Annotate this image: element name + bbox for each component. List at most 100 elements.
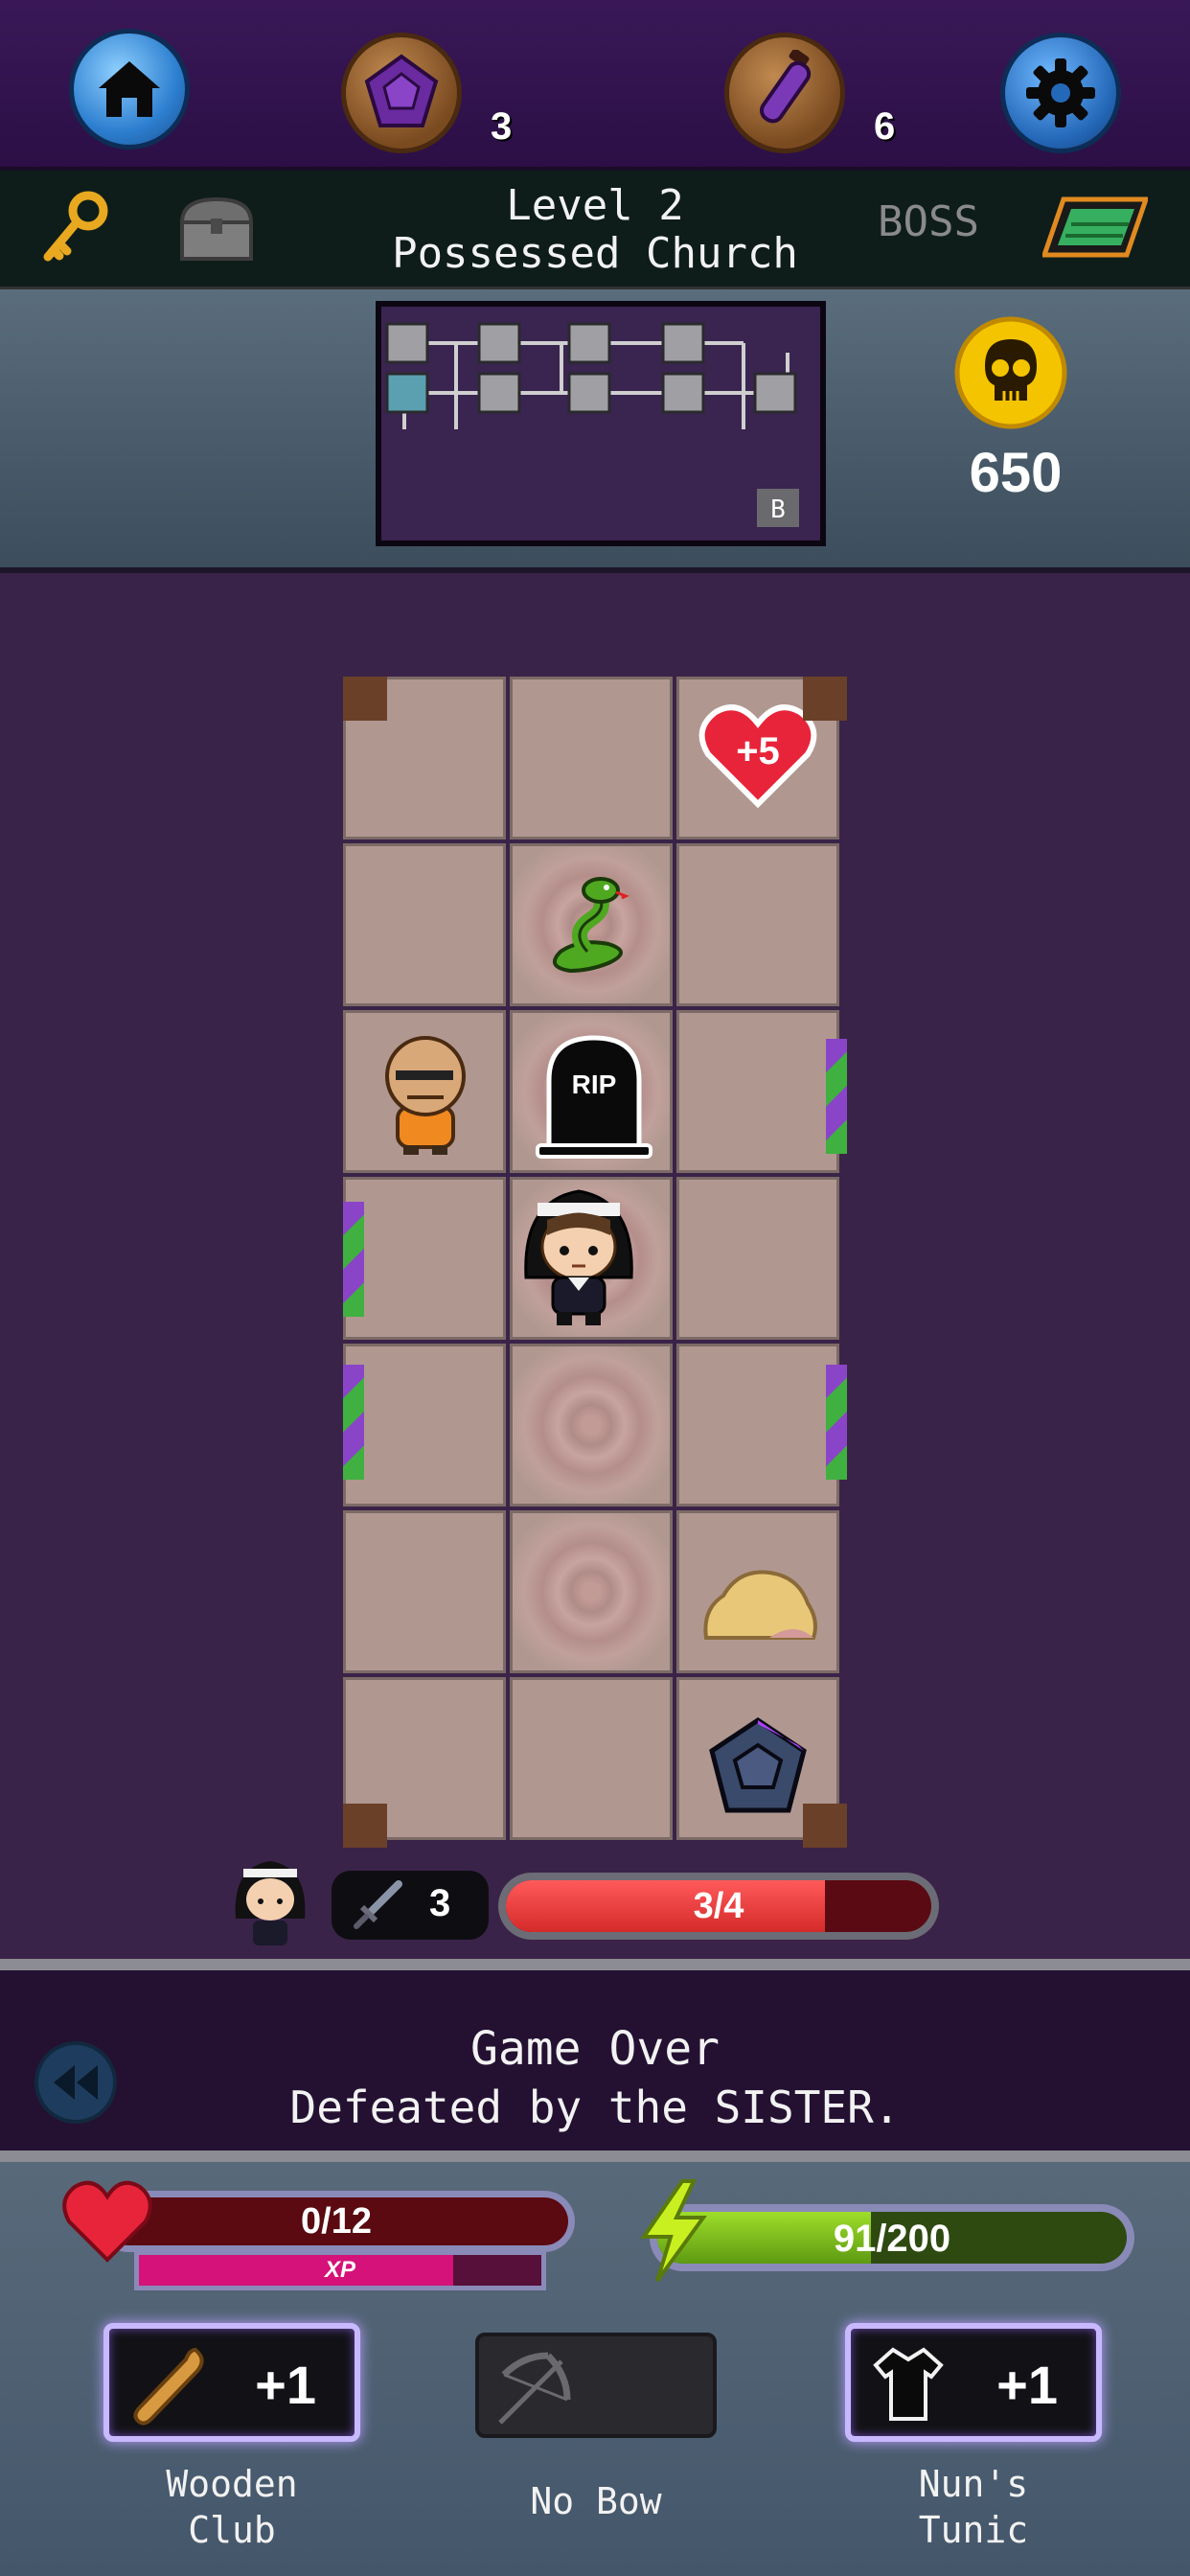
map-scroll-icon[interactable] <box>1042 196 1148 259</box>
enemy-status-row: 3 3/4 <box>0 1861 1190 1955</box>
level-number: Level 2 <box>506 181 684 230</box>
tunic-icon <box>873 2347 944 2421</box>
bow-name-line: No Bow <box>530 2480 662 2522</box>
dodecahedron-gem-pickup-icon[interactable] <box>706 1716 810 1820</box>
wooden-club-icon <box>133 2347 204 2426</box>
floor-tile[interactable]: RIP <box>510 1010 673 1173</box>
gem-button[interactable] <box>341 33 462 153</box>
attack-value: 3 <box>429 1882 451 1924</box>
rock-icon[interactable] <box>702 1561 819 1645</box>
bow-icon <box>498 2352 571 2425</box>
message-bar: Game Over Defeated by the SISTER. <box>0 1959 1190 2162</box>
armor-name-line: Nun's <box>918 2463 1029 2505</box>
floor-tile[interactable] <box>510 1344 673 1506</box>
gold-skull-coin-icon <box>954 316 1067 429</box>
energy-bar: 91/200 <box>650 2204 1134 2271</box>
floor-tile[interactable] <box>676 843 839 1006</box>
experience-bar: XP <box>134 2250 546 2290</box>
heart-pickup-value: +5 <box>736 730 780 772</box>
weapon-name-line: Club <box>188 2509 276 2551</box>
nun-portrait-icon <box>235 1861 306 1945</box>
snake-enemy-icon[interactable] <box>541 875 647 982</box>
potion-count: 6 <box>874 105 896 148</box>
gem-count: 3 <box>491 105 513 148</box>
top-bar: 3 6 <box>0 0 1190 171</box>
floor-tile[interactable] <box>510 1677 673 1840</box>
minimap-current-room <box>385 372 429 414</box>
floor-tile[interactable] <box>510 1177 673 1340</box>
floor-tile[interactable] <box>676 1177 839 1340</box>
minimap-boss-marker: B <box>770 495 786 524</box>
settings-button[interactable] <box>1000 33 1121 153</box>
weapon-bonus: +1 <box>255 2355 316 2415</box>
minimap-room <box>477 372 521 414</box>
minimap-room <box>567 322 611 364</box>
player-hud: 0/12 XP 91/200 +1 Wooden Club No Bow +1 … <box>0 2162 1190 2576</box>
armor-label: Nun's Tunic <box>845 2461 1102 2553</box>
message-title: Game Over <box>469 2022 721 2076</box>
corner-post <box>343 1804 387 1848</box>
minimap-rooms: B <box>385 322 799 527</box>
corner-post <box>343 677 387 721</box>
player-health-bar: 0/12 <box>98 2191 575 2252</box>
enemy-health-bar: 3/4 <box>498 1873 939 1940</box>
gold-amount: 650 <box>969 442 1063 504</box>
enemy-health-text: 3/4 <box>693 1886 744 1926</box>
dungeon-minimap[interactable]: B <box>376 301 826 546</box>
home-icon <box>99 61 160 117</box>
bow-label: No Bow <box>468 2478 724 2524</box>
prisoner-enemy-icon[interactable] <box>369 1032 482 1159</box>
floor-tile[interactable] <box>343 1010 506 1173</box>
floor-tile[interactable] <box>676 1010 839 1173</box>
armor-bonus: +1 <box>996 2355 1058 2415</box>
attack-stat: 3 <box>332 1871 489 1940</box>
tombstone-text: RIP <box>572 1070 617 1099</box>
minimap-room <box>567 372 611 414</box>
weapon-label: Wooden Club <box>103 2461 360 2553</box>
minimap-room <box>661 322 705 364</box>
dungeon-board-area: +5 RIP <box>0 573 1190 1959</box>
corner-post <box>803 677 847 721</box>
floor-tile[interactable] <box>343 1510 506 1673</box>
player-health-text: 0/12 <box>301 2201 372 2242</box>
energy-text: 91/200 <box>833 2218 951 2260</box>
weapon-slot[interactable]: +1 <box>103 2323 360 2442</box>
stained-glass-window <box>343 1365 364 1480</box>
floor-tile[interactable] <box>676 1344 839 1506</box>
floor-tile[interactable] <box>343 1177 506 1340</box>
minimap-room <box>477 322 521 364</box>
map-panel: B 650 <box>0 289 1190 573</box>
weapon-name-line: Wooden <box>166 2463 298 2505</box>
minimap-room <box>753 372 797 414</box>
floor-tile[interactable] <box>510 1510 673 1673</box>
level-location: Possessed Church <box>392 229 798 278</box>
heart-pickup-icon[interactable]: +5 <box>698 701 817 808</box>
level-bar: Level 2 Possessed Church BOSS <box>0 171 1190 289</box>
minimap-room <box>661 372 705 414</box>
lightning-bolt-icon <box>640 2179 707 2283</box>
stained-glass-window <box>826 1039 847 1154</box>
dungeon-board: +5 RIP <box>343 677 847 1848</box>
home-button[interactable] <box>69 29 190 150</box>
floor-tile[interactable] <box>343 843 506 1006</box>
level-title: Level 2 Possessed Church <box>0 182 1190 278</box>
floor-tile[interactable] <box>343 1344 506 1506</box>
tombstone-icon: RIP <box>536 1035 652 1159</box>
sword-icon <box>354 1880 402 1929</box>
boss-label: BOSS <box>878 197 979 246</box>
floor-tile[interactable] <box>510 843 673 1006</box>
floor-tile[interactable] <box>510 677 673 840</box>
corner-post <box>803 1804 847 1848</box>
potion-vial-icon <box>759 50 812 124</box>
message-subtitle: Defeated by the SISTER. <box>289 2082 901 2133</box>
stained-glass-window <box>343 1202 364 1317</box>
stained-glass-window <box>826 1365 847 1480</box>
potion-button[interactable] <box>724 33 845 153</box>
armor-slot[interactable]: +1 <box>845 2323 1102 2442</box>
armor-name-line: Tunic <box>918 2509 1029 2551</box>
bow-slot[interactable] <box>475 2333 717 2438</box>
minimap-room <box>385 322 429 364</box>
floor-tile[interactable] <box>676 1510 839 1673</box>
nun-player-icon[interactable] <box>518 1182 639 1331</box>
gear-icon <box>1026 58 1095 127</box>
